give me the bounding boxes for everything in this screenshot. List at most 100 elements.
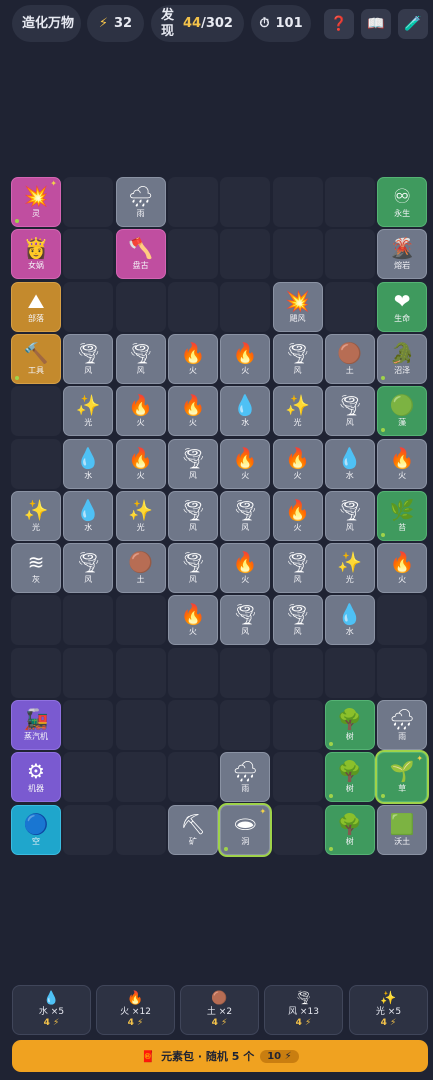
empty-slot[interactable] [11, 438, 61, 489]
tray-element-button[interactable]: 🟤 土 ×2 4 ⚡ [180, 985, 259, 1035]
element-tile[interactable]: 🚂 蒸汽机 [11, 700, 61, 750]
element-tile[interactable]: 💧 水 [220, 386, 271, 437]
empty-slot[interactable] [272, 804, 323, 855]
element-tile[interactable]: 🌳 树 [324, 752, 375, 803]
tray-element-button[interactable]: 🔥 火 ×12 4 ⚡ [96, 985, 175, 1035]
empty-slot[interactable] [272, 177, 323, 227]
help-button[interactable]: ❓ [324, 9, 354, 39]
element-tile[interactable]: ⚙ 机器 [11, 752, 61, 803]
element-tile[interactable]: ≋ 灰 [11, 543, 61, 594]
element-tile[interactable]: 🪓 盘古 [115, 229, 166, 280]
element-tile[interactable]: 🌋 熔岩 [377, 229, 428, 280]
empty-slot[interactable] [272, 229, 323, 280]
element-tile[interactable]: 🌪 风 [272, 543, 323, 594]
element-tile[interactable]: ♾ 永生 [377, 177, 428, 227]
element-tile[interactable]: 👸 女娲 [11, 229, 61, 280]
element-tile[interactable]: 🔥 火 [115, 386, 166, 437]
element-tile[interactable]: 💧 水 [63, 490, 114, 541]
element-tile[interactable]: 🟤 土 [324, 333, 375, 384]
element-tile[interactable]: ✨ 光 [11, 490, 61, 541]
encyclopedia-button[interactable]: 📖 [361, 9, 391, 39]
empty-slot[interactable] [272, 647, 323, 698]
element-tile[interactable]: 🟤 土 [115, 543, 166, 594]
empty-slot[interactable] [115, 281, 166, 332]
empty-slot[interactable] [115, 700, 166, 750]
empty-slot[interactable] [63, 804, 114, 855]
element-tile[interactable]: 🔥 火 [377, 438, 428, 489]
empty-slot[interactable] [220, 700, 271, 750]
element-tile[interactable]: 🔥 火 [272, 490, 323, 541]
element-tile[interactable]: ✨ 光 [63, 386, 114, 437]
element-tile[interactable]: ✨ 光 [115, 490, 166, 541]
element-tile[interactable]: 🔥 火 [220, 333, 271, 384]
element-tile[interactable]: 🌪 风 [272, 595, 323, 646]
empty-slot[interactable] [63, 281, 114, 332]
element-tile[interactable]: 💧 水 [324, 595, 375, 646]
element-tile[interactable]: ⛰ 部落 [11, 281, 61, 332]
empty-slot[interactable] [324, 281, 375, 332]
element-tile[interactable]: 🔥 火 [167, 595, 218, 646]
empty-slot[interactable] [167, 752, 218, 803]
empty-slot[interactable] [63, 229, 114, 280]
element-tile[interactable]: ✨ 光 [324, 543, 375, 594]
element-tile[interactable]: 🟩 沃土 [377, 804, 428, 855]
empty-slot[interactable] [167, 177, 218, 227]
empty-slot[interactable] [63, 752, 114, 803]
element-tile[interactable]: 🟢 藻 [377, 386, 428, 437]
empty-slot[interactable] [167, 229, 218, 280]
element-tile[interactable]: 💧 水 [324, 438, 375, 489]
empty-slot[interactable] [63, 177, 114, 227]
empty-slot[interactable] [63, 647, 114, 698]
element-tile[interactable]: 🌳 树 [324, 700, 375, 750]
empty-slot[interactable] [220, 177, 271, 227]
tray-element-button[interactable]: ✨ 光 ×5 4 ⚡ [349, 985, 428, 1035]
element-tile[interactable]: 🌪 风 [220, 490, 271, 541]
empty-slot[interactable] [11, 647, 61, 698]
element-tile[interactable]: 🐊 沼泽 [377, 333, 428, 384]
empty-slot[interactable] [11, 595, 61, 646]
element-tile[interactable]: 🌪 风 [324, 386, 375, 437]
element-tile[interactable]: 🔵 空 [11, 804, 61, 855]
empty-slot[interactable] [167, 700, 218, 750]
element-tile[interactable]: 🌪 风 [63, 333, 114, 384]
element-tile[interactable]: ✨ 光 [272, 386, 323, 437]
element-tile[interactable]: 🔥 火 [115, 438, 166, 489]
element-tile[interactable]: 🌪 风 [167, 490, 218, 541]
empty-slot[interactable] [377, 647, 428, 698]
tool-button[interactable]: 🧪 [398, 9, 428, 39]
element-tile[interactable]: 🔥 火 [167, 333, 218, 384]
element-tile[interactable]: 🌳 树 [324, 804, 375, 855]
empty-slot[interactable] [324, 229, 375, 280]
tray-element-button[interactable]: 🌪 风 ×13 4 ⚡ [264, 985, 343, 1035]
element-tile[interactable]: 🌧 雨 [115, 177, 166, 227]
element-tile[interactable]: 💧 水 [63, 438, 114, 489]
empty-slot[interactable] [115, 647, 166, 698]
empty-slot[interactable] [324, 177, 375, 227]
empty-slot[interactable] [63, 700, 114, 750]
empty-slot[interactable] [115, 804, 166, 855]
element-tile[interactable]: 🌪 风 [220, 595, 271, 646]
element-tile[interactable]: 🔥 火 [167, 386, 218, 437]
element-tile[interactable]: 🌧 雨 [377, 700, 428, 750]
empty-slot[interactable] [115, 595, 166, 646]
element-tile[interactable]: ⛏ 矿 [167, 804, 218, 855]
empty-slot[interactable] [272, 700, 323, 750]
element-tile[interactable]: 🌪 风 [63, 543, 114, 594]
element-tile[interactable]: 🌧 雨 [220, 752, 271, 803]
element-tile[interactable]: 🌿 苔 [377, 490, 428, 541]
element-tile[interactable]: 🔥 火 [220, 543, 271, 594]
element-tile[interactable]: 🔨 工具 [11, 333, 61, 384]
element-tile[interactable]: 🌪 风 [115, 333, 166, 384]
element-tile[interactable]: 🔥 火 [377, 543, 428, 594]
element-tile[interactable]: ❤ 生命 [377, 281, 428, 332]
element-tile[interactable]: 🕳 洞 ✦ [220, 804, 271, 855]
element-tile[interactable]: 🌪 风 [272, 333, 323, 384]
empty-slot[interactable] [220, 281, 271, 332]
element-tile[interactable]: 🔥 火 [220, 438, 271, 489]
element-tile[interactable]: 💥 灵 ✦ [11, 177, 61, 227]
empty-slot[interactable] [167, 281, 218, 332]
element-tile[interactable]: 🔥 火 [272, 438, 323, 489]
empty-slot[interactable] [11, 386, 61, 437]
element-tile[interactable]: 💥 飓风 [272, 281, 323, 332]
empty-slot[interactable] [115, 752, 166, 803]
